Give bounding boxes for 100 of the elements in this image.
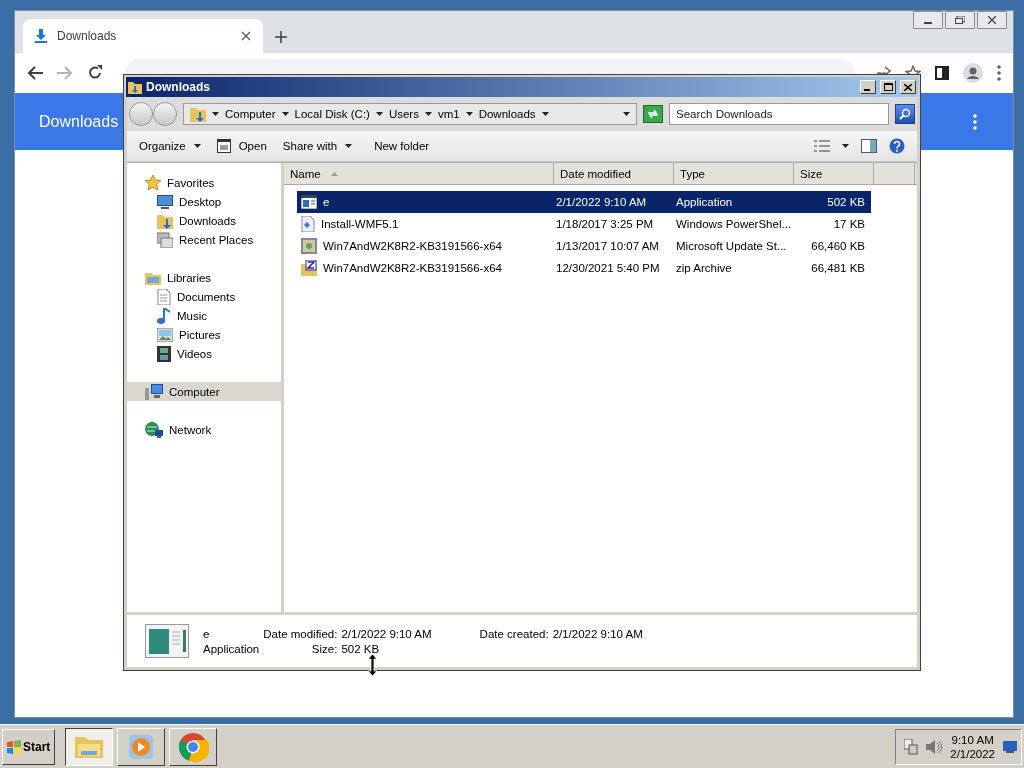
- date-modified: 1/18/2017 3:25 PM: [555, 218, 655, 230]
- nav-item[interactable]: Libraries: [127, 268, 281, 287]
- restore-icon: [955, 16, 965, 24]
- view-list-icon[interactable]: [814, 140, 830, 152]
- column-header[interactable]: Date modified: [554, 163, 674, 184]
- file-type: zip Archive: [675, 262, 733, 274]
- application-icon: [301, 195, 317, 209]
- page-title: Downloads: [39, 112, 119, 131]
- column-header[interactable]: Size: [794, 163, 874, 184]
- file-size: 502 KB: [826, 196, 866, 208]
- caret-icon: [375, 112, 383, 116]
- toolbar-button[interactable]: Open: [210, 136, 273, 156]
- caret-icon: [212, 112, 219, 116]
- folder-icon: [190, 106, 206, 122]
- breadcrumb-item[interactable]: Users: [388, 108, 419, 120]
- file-name: Win7AndW2K8R2-KB3191566-x64: [323, 262, 502, 274]
- file-size: 17 KB: [832, 218, 866, 230]
- film-icon: [157, 345, 171, 362]
- computer-icon: [145, 383, 163, 400]
- detail-type: Application: [203, 642, 260, 655]
- nav-item[interactable]: Music: [127, 306, 281, 325]
- address-bar[interactable]: Computer Local Disk (C:) Users vm1 Downloads: [183, 103, 637, 125]
- close-button[interactable]: [977, 11, 1007, 29]
- nav-item[interactable]: Documents: [127, 287, 281, 306]
- breadcrumb-item[interactable]: vm1: [437, 108, 460, 120]
- nav-item[interactable]: Pictures: [127, 325, 281, 344]
- window-title: Downloads: [146, 80, 211, 94]
- show-desktop-icon[interactable]: [1003, 740, 1017, 753]
- nav-item[interactable]: Desktop: [127, 192, 281, 211]
- close-icon: [904, 83, 912, 91]
- caret-icon: [623, 112, 630, 116]
- zip-folder-icon: [301, 260, 317, 276]
- taskbar-button[interactable]: [65, 727, 114, 766]
- new-tab-icon[interactable]: [275, 31, 287, 43]
- back-arrow-icon[interactable]: [27, 66, 43, 80]
- restore-button[interactable]: [945, 11, 975, 29]
- script-file-icon: [301, 216, 315, 232]
- document-icon: [157, 288, 171, 305]
- chrome-logo-icon: [177, 730, 210, 763]
- caret-icon: [281, 112, 289, 116]
- file-row[interactable]: Install-WMF5.1 1/18/2017 3:25 PM Windows PowerShel... 17 KB: [297, 213, 871, 235]
- library-icon: [145, 270, 161, 285]
- file-row[interactable]: e 2/1/2022 9:10 AM Application 502 KB: [297, 191, 871, 213]
- refresh-button[interactable]: [643, 105, 663, 123]
- close-icon[interactable]: [241, 31, 251, 41]
- search-button[interactable]: [895, 104, 915, 124]
- preview-pane-icon[interactable]: [861, 139, 877, 153]
- column-header[interactable]: Name: [284, 163, 554, 184]
- detail-label: Size:: [310, 642, 338, 655]
- caret-icon: [193, 144, 201, 148]
- detail-value: 2/1/2022 9:10 AM: [341, 627, 432, 640]
- download-icon: [35, 29, 47, 43]
- nav-item[interactable]: Computer: [127, 382, 281, 401]
- breadcrumb-item[interactable]: Computer: [225, 108, 276, 120]
- speaker-icon[interactable]: [926, 739, 943, 754]
- maximize-button[interactable]: [880, 80, 896, 94]
- picture-icon: [157, 327, 173, 342]
- network-icon[interactable]: [904, 738, 919, 755]
- nav-item[interactable]: Network: [127, 420, 281, 439]
- breadcrumb-item[interactable]: Downloads: [478, 108, 536, 120]
- installer-icon: [301, 238, 317, 254]
- column-header[interactable]: Type: [674, 163, 794, 184]
- file-row[interactable]: Win7AndW2K8R2-KB3191566-x64 12/30/2021 5:40 PM zip Archive 66,481 KB: [297, 257, 871, 279]
- caret-icon: [465, 112, 473, 116]
- detail-value: 2/1/2022 9:10 AM: [552, 627, 643, 640]
- application-thumbnail: [145, 624, 189, 658]
- nav-item[interactable]: Downloads: [127, 211, 281, 230]
- windows-logo-icon: [7, 739, 21, 754]
- reload-icon[interactable]: [87, 65, 103, 81]
- open-window-icon: [216, 139, 231, 153]
- nav-item[interactable]: Videos: [127, 344, 281, 363]
- toolbar-button[interactable]: Organize: [133, 137, 207, 155]
- more-menu-icon[interactable]: [973, 113, 977, 130]
- maximize-icon: [883, 83, 893, 91]
- help-icon[interactable]: [889, 138, 905, 154]
- file-type: Microsoft Update St...: [675, 240, 788, 252]
- more-menu-icon[interactable]: [997, 65, 1001, 81]
- avatar-icon[interactable]: [963, 63, 983, 83]
- folder-icon: [157, 212, 173, 229]
- file-name: e: [323, 196, 330, 208]
- date-modified: 1/13/2017 10:07 AM: [555, 240, 660, 252]
- file-row[interactable]: Win7AndW2K8R2-KB3191566-x64 1/13/2017 10:07 AM Microsoft Update St... 66,460 KB: [297, 235, 871, 257]
- start-button[interactable]: Start: [2, 728, 56, 765]
- side-panel-icon[interactable]: [935, 66, 949, 80]
- caret-icon: [345, 144, 353, 148]
- star-icon: [145, 174, 161, 191]
- toolbar-button[interactable]: New folder: [368, 137, 436, 155]
- nav-item[interactable]: Recent Places: [127, 230, 281, 249]
- detail-label: Date created:: [479, 627, 549, 640]
- breadcrumb-item[interactable]: Local Disk (C:): [294, 108, 370, 120]
- toolbar-button[interactable]: Share with: [276, 137, 359, 155]
- search-field[interactable]: Search Downloads: [669, 103, 889, 125]
- file-type: Application: [675, 196, 734, 208]
- browser-tab[interactable]: Downloads: [23, 19, 263, 53]
- file-size: 66,460 KB: [810, 240, 866, 252]
- minimize-button[interactable]: [913, 11, 943, 29]
- music-note-icon: [157, 307, 171, 324]
- file-size: 66,481 KB: [810, 262, 866, 274]
- caret-icon: [842, 144, 849, 148]
- nav-item[interactable]: Favorites: [127, 173, 281, 192]
